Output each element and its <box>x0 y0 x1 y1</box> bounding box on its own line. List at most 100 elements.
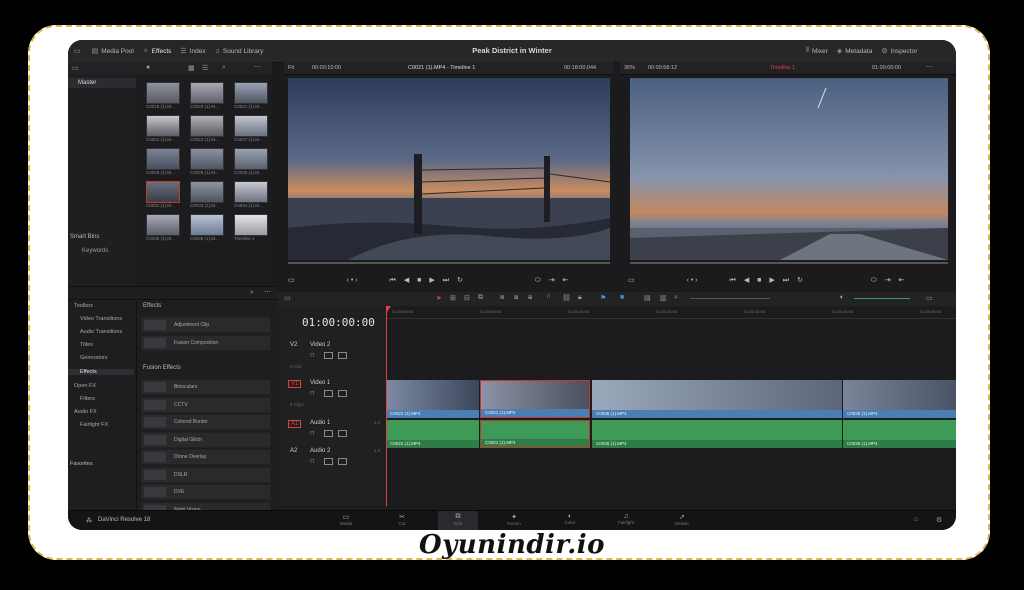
reverse-icon[interactable]: ◀ <box>404 277 409 284</box>
more-options-icon[interactable]: ⋯ <box>926 63 933 71</box>
effect-item[interactable]: Fusion Composition <box>141 335 271 351</box>
timeline-tracks[interactable]: 01:00:00:00 01:00:08:00 01:00:16:00 01:00:2… <box>386 306 956 506</box>
toolbox-item[interactable]: Open FX <box>74 383 96 389</box>
track-lock-icon[interactable]: ⊓ <box>310 352 315 359</box>
track-toggle-icon[interactable] <box>324 390 333 397</box>
fusion-effect-item[interactable]: Binoculars <box>141 379 271 395</box>
skip-forward-icon[interactable]: ⏭ <box>443 277 449 284</box>
track-toggle-icon[interactable] <box>324 458 333 465</box>
reverse-icon[interactable]: ◀ <box>744 277 749 284</box>
view-options-icon[interactable]: ▭ <box>628 277 635 284</box>
track-lock-icon[interactable]: ⊓ <box>310 390 315 397</box>
playhead-handle[interactable] <box>386 306 391 312</box>
track-toggle-icon[interactable] <box>338 390 347 397</box>
toolbox-item[interactable]: Titles <box>80 342 93 348</box>
flag-icon[interactable]: ⚑ <box>600 294 606 302</box>
track-id[interactable]: V1 <box>288 380 302 388</box>
media-thumbnail[interactable] <box>190 181 224 203</box>
page-tab-deliver[interactable]: ➚ Deliver <box>662 511 702 530</box>
track-toggle-icon[interactable] <box>338 352 347 359</box>
audio-meter-icon[interactable]: ▭ <box>926 294 933 302</box>
link-icon[interactable]: ⛓ <box>562 294 571 302</box>
page-tab-fairlight[interactable]: ♫ Fairlight <box>606 511 646 530</box>
track-lock-icon[interactable]: ⊓ <box>310 430 315 437</box>
more-options-icon[interactable]: ⋯ <box>254 63 261 71</box>
video-clip[interactable]: C0022 (1).MP4 <box>386 380 479 418</box>
effect-item[interactable]: Adjustment Clip <box>141 317 271 333</box>
page-tab-media[interactable]: ▭ Media <box>326 511 366 530</box>
fusion-effect-item[interactable]: CCTV <box>141 396 271 413</box>
page-tab-cut[interactable]: ✂ Cut <box>382 511 422 530</box>
track-id[interactable]: A2 <box>288 448 299 454</box>
media-thumbnail[interactable] <box>190 214 224 236</box>
fusion-effect-item[interactable]: Drone Overlay <box>141 449 271 465</box>
match-frame-icon[interactable]: ⇤ <box>563 277 569 284</box>
timeline-scrubber[interactable] <box>630 262 948 264</box>
skip-back-icon[interactable]: ⏮ <box>390 277 396 284</box>
timeline-ruler[interactable]: 01:00:00:00 01:00:08:00 01:00:16:00 01:00:2… <box>386 306 956 319</box>
media-thumbnail[interactable] <box>146 115 180 137</box>
zoom-full-icon[interactable]: ▤ <box>644 294 651 302</box>
metadata-button[interactable]: Metadata <box>845 48 872 55</box>
source-zoom[interactable]: Fit <box>288 65 294 71</box>
source-scrubber[interactable] <box>288 262 610 264</box>
grid-view-icon[interactable]: ▦ <box>188 64 195 72</box>
media-thumbnail[interactable] <box>234 115 268 137</box>
video-clip[interactable]: C0035 (1).MP4 <box>843 380 956 418</box>
speaker-icon[interactable]: 🔈︎ <box>840 294 844 302</box>
page-tab-edit[interactable]: ⧉ Edit <box>438 511 478 530</box>
dot-icon[interactable]: ● <box>146 64 150 71</box>
media-thumbnail[interactable] <box>190 82 224 104</box>
stop-icon[interactable]: ■ <box>417 277 421 284</box>
inspector-icon[interactable]: ⚙ <box>881 47 887 55</box>
mark-out-icon[interactable]: ⇥ <box>549 277 555 284</box>
mark-in-icon[interactable]: ⬭ <box>871 277 877 284</box>
playhead[interactable] <box>386 306 387 506</box>
fusion-effect-item[interactable]: Digital Glitch <box>141 431 271 448</box>
bin-master[interactable]: Master <box>68 78 136 88</box>
media-thumbnail[interactable] <box>190 115 224 137</box>
more-options-icon[interactable]: ⋯ <box>264 288 271 296</box>
timeline-zoom[interactable]: 36% <box>624 65 635 71</box>
toolbox-item[interactable]: Fairlight FX <box>80 422 108 428</box>
search-icon[interactable]: ⌕ <box>222 64 226 72</box>
media-thumbnail[interactable] <box>146 181 180 203</box>
page-tab-color[interactable]: ◐ Color <box>550 511 590 530</box>
zoom-custom-icon[interactable]: ⌕ <box>674 294 678 302</box>
media-thumbnail[interactable] <box>146 214 180 236</box>
loop-icon[interactable]: ↻ <box>457 277 463 284</box>
lock-icon[interactable]: 🔒︎ <box>578 294 582 302</box>
track-toggle-icon[interactable] <box>338 458 347 465</box>
track-name[interactable]: Video 2 <box>310 342 330 348</box>
timeline-name[interactable]: Timeline 1 <box>770 65 795 71</box>
video-clip[interactable]: C0036 (1).MP4 <box>592 380 842 418</box>
zoom-slider[interactable] <box>690 298 770 299</box>
audio-clip[interactable]: C0022 (1).MP4 <box>386 420 479 448</box>
play-icon[interactable]: ▶ <box>769 277 774 284</box>
jog-icon[interactable]: ‹ • › <box>687 277 698 284</box>
track-toggle-icon[interactable] <box>324 352 333 359</box>
marker-icon[interactable]: ■ <box>620 294 624 301</box>
inspector-button[interactable]: Inspector <box>891 48 918 55</box>
loop-icon[interactable]: ↻ <box>797 277 803 284</box>
media-thumbnail[interactable] <box>234 148 268 170</box>
metadata-icon[interactable]: ◈ <box>837 47 842 55</box>
zoom-detail-icon[interactable]: ▥ <box>660 294 667 302</box>
list-view-icon[interactable]: ☰ <box>202 64 208 72</box>
track-id[interactable]: V2 <box>288 342 299 348</box>
toolbox-item[interactable]: Video Transitions <box>80 316 122 322</box>
media-thumbnail[interactable] <box>146 148 180 170</box>
video-clip[interactable]: C0021 (1).MP4 <box>480 380 590 418</box>
replace-clip-icon[interactable]: ⧆ <box>528 294 532 302</box>
skip-back-icon[interactable]: ⏮ <box>730 277 736 284</box>
blade-tool-icon[interactable]: ⧉ <box>478 294 483 302</box>
view-options-icon[interactable]: ▭ <box>288 277 295 284</box>
audio-clip[interactable]: C0036 (1).MP4 <box>592 420 842 448</box>
media-thumbnail[interactable] <box>234 82 268 104</box>
track-toggle-icon[interactable] <box>338 430 347 437</box>
fusion-effect-item[interactable]: Colored Border <box>141 414 271 430</box>
toolbox-item[interactable]: Generators <box>80 355 108 361</box>
timeline-view-icon[interactable]: ▭ <box>284 294 291 302</box>
track-name[interactable]: Video 1 <box>310 380 330 386</box>
selection-tool-icon[interactable]: ➤ <box>436 294 442 302</box>
